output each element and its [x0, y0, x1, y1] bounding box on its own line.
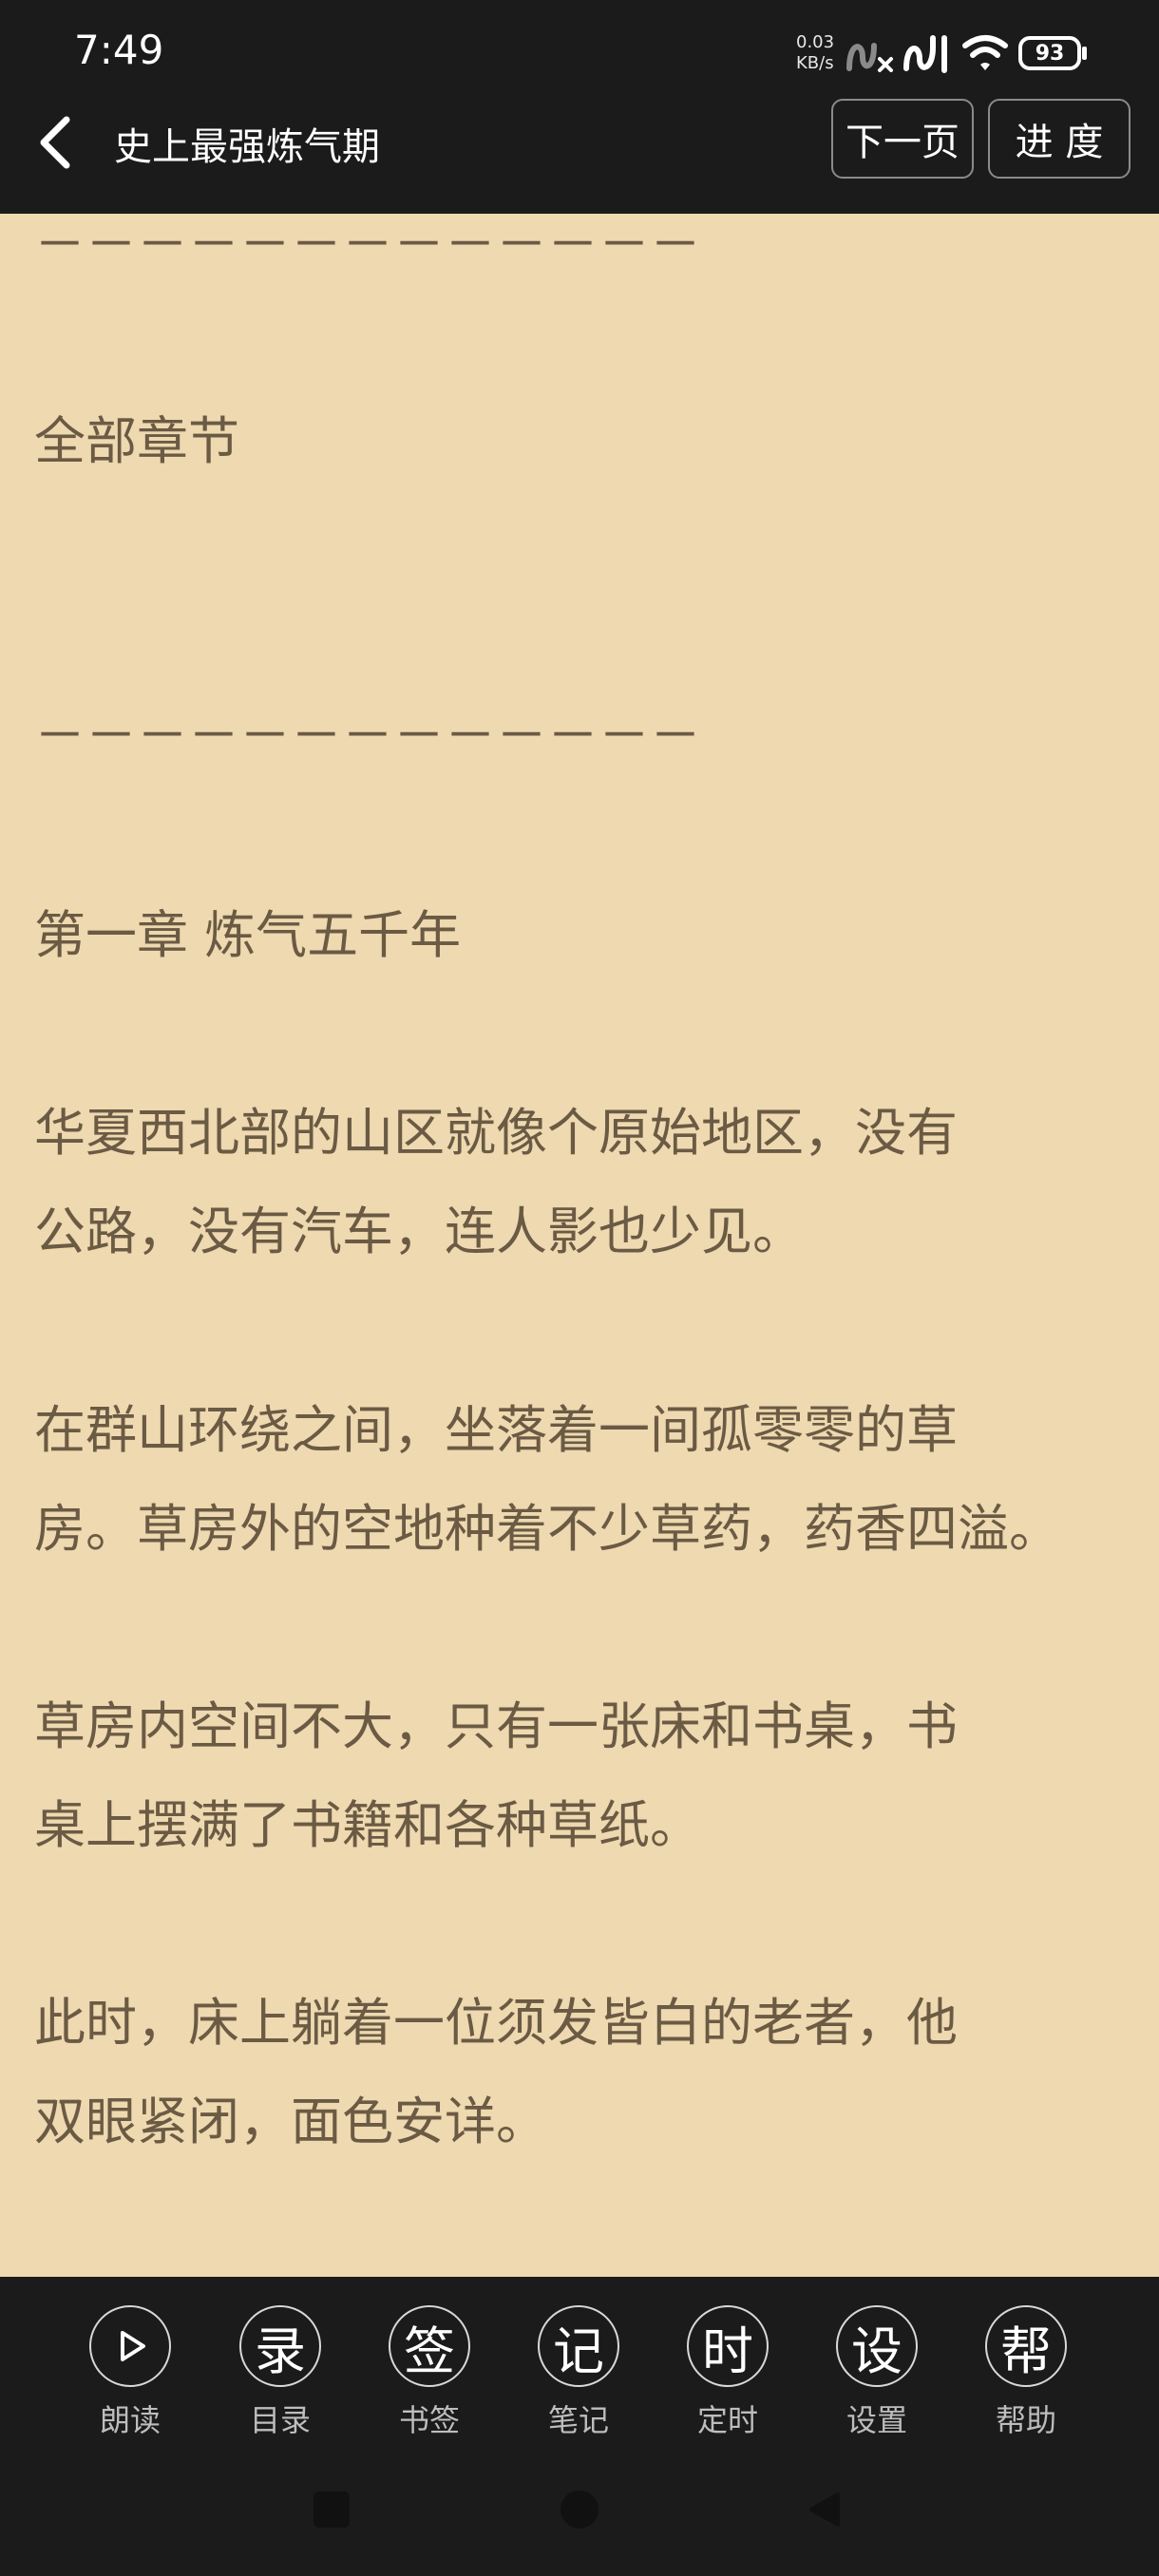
network-speed-value: 0.03: [796, 32, 835, 52]
bookmark-button[interactable]: 签 书签: [372, 2305, 486, 2440]
text-line: 桌上摆满了书籍和各种草纸。: [34, 1795, 701, 1855]
chapter-title: 第一章 炼气五千年: [34, 905, 462, 965]
menu-label: 朗读: [99, 2402, 161, 2438]
menu-label: 帮助: [995, 2402, 1056, 2438]
status-bar: 7:49 0.03 KB/s 93: [0, 0, 1159, 104]
text-line: 公路，没有汽车，连人影也少见。: [34, 1202, 804, 1261]
book-title: 史上最强炼气期: [114, 125, 380, 169]
reading-area[interactable]: －－－－－－－－－－－－－ 全部章节 －－－－－－－－－－－－－ 第一章 炼气五…: [0, 214, 1159, 2277]
menu-label: 书签: [398, 2402, 460, 2438]
text-line: 全部章节: [34, 411, 239, 471]
battery-level: 93: [1035, 41, 1065, 66]
menu-label: 设置: [846, 2402, 907, 2438]
help-icon: 帮: [985, 2305, 1067, 2387]
wifi-icon: [962, 35, 1008, 70]
battery-tip: [1082, 47, 1087, 60]
menu-label: 定时: [696, 2402, 758, 2438]
notes-button[interactable]: 记 笔记: [522, 2305, 636, 2440]
separator-line: －－－－－－－－－－－－－: [34, 215, 701, 275]
settings-icon: 设: [836, 2305, 918, 2387]
back-triangle-icon[interactable]: [806, 2491, 842, 2529]
text-line: 此时，床上躺着一位须发皆白的老者，他: [34, 1993, 958, 2053]
text-line: 房。草房外的空地种着不少草药，药香四溢。: [34, 1499, 1060, 1559]
menu-label: 目录: [249, 2402, 311, 2438]
back-arrow-icon[interactable]: [28, 114, 86, 171]
next-page-button[interactable]: 下一页: [831, 99, 974, 179]
timer-button[interactable]: 时 定时: [671, 2305, 785, 2440]
help-button[interactable]: 帮 帮助: [969, 2305, 1083, 2440]
text-line: 草房内空间不大，只有一张床和书桌，书: [34, 1696, 958, 1756]
timer-icon: 时: [687, 2305, 769, 2387]
home-icon[interactable]: [560, 2491, 598, 2529]
separator-line: －－－－－－－－－－－－－: [34, 706, 701, 766]
settings-button[interactable]: 设 设置: [820, 2305, 934, 2440]
network-speed: 0.03 KB/s: [796, 32, 834, 74]
notes-icon: 记: [538, 2305, 619, 2387]
signal-icon: [903, 35, 947, 73]
signal-no-service-icon: [846, 43, 893, 72]
menu-label: 笔记: [547, 2402, 609, 2438]
play-icon: [89, 2305, 171, 2387]
progress-button[interactable]: 进 度: [988, 99, 1130, 179]
bottom-menu: 朗读 录 目录 签 书签 记 笔记 时 定时 设 设置 帮 帮助: [0, 2277, 1159, 2576]
read-aloud-button[interactable]: 朗读: [73, 2305, 187, 2440]
status-time: 7:49: [74, 27, 164, 73]
text-line: 华夏西北部的山区就像个原始地区，没有: [34, 1103, 958, 1163]
bookmark-icon: 签: [389, 2305, 470, 2387]
table-of-contents-button[interactable]: 录 目录: [223, 2305, 337, 2440]
contents-icon: 录: [239, 2305, 321, 2387]
battery-icon: 93: [1018, 36, 1081, 70]
recent-apps-icon[interactable]: [314, 2491, 350, 2528]
network-speed-unit: KB/s: [796, 53, 834, 73]
text-line: 双眼紧闭，面色安详。: [34, 2092, 547, 2151]
reader-header: 史上最强炼气期 下一页 进 度: [0, 95, 1159, 214]
text-line: 在群山环绕之间，坐落着一间孤零零的草: [34, 1400, 958, 1460]
